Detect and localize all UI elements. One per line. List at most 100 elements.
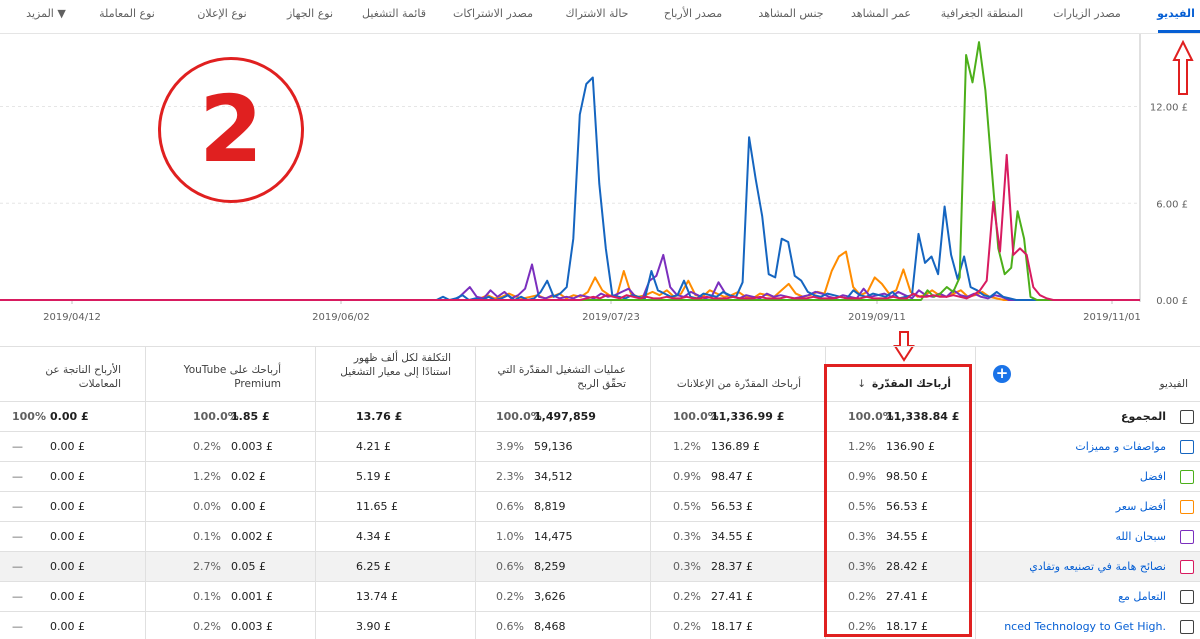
tab-6[interactable]: حالة الاشتراك	[566, 7, 629, 20]
tab-10[interactable]: نوع الإعلان	[197, 7, 246, 20]
tab-5[interactable]: مصدر الأرباح	[664, 7, 722, 20]
add-metric-button[interactable]: +	[993, 365, 1011, 383]
cell-ad: 1.2% 136.89 £	[650, 432, 825, 462]
x-tick-label-0: 2019/04/12	[43, 312, 101, 323]
video-title-link[interactable]: مواصفات و مميزات	[1075, 432, 1166, 462]
video-title-link[interactable]: سبحان الله	[1115, 522, 1166, 552]
cell-prem: 2.7% 0.05 £	[145, 552, 315, 582]
cell-value: 11,336.99 £	[711, 410, 785, 423]
cell-value: 0.00 £	[50, 440, 85, 453]
cell-cpm: 13.74 £	[315, 582, 475, 612]
column-header-cpm[interactable]: التكلفة لكل ألف ظهور استنادًا إلى معيار …	[315, 347, 475, 403]
table-row[interactable]: — 0.00 £ 0.1% 0.002 £ 4.34 £ 1.0% 14,475 0.3% 34…	[0, 522, 1200, 552]
column-header-play[interactable]: عمليات التشغيل المقدّرة التي تحقّق الربح	[475, 347, 650, 403]
y-tick-label-2: 12.00 £	[1150, 103, 1188, 114]
row-checkbox[interactable]	[1180, 500, 1194, 514]
tab-0[interactable]: الفيديو	[1157, 7, 1195, 20]
cell-percent: 0.6%	[496, 620, 524, 633]
cell-percent: 0.3%	[673, 530, 701, 543]
row-checkbox[interactable]	[1180, 410, 1194, 424]
column-header-label: الفيديو	[1159, 378, 1188, 390]
cell-percent: 0.2%	[496, 590, 524, 603]
cell-value: 59,136	[534, 440, 573, 453]
cell-prem: 100.0% 1.85 £	[145, 402, 315, 432]
cell-play: 0.6% 8,819	[475, 492, 650, 522]
cell-value: 0.002 £	[231, 530, 273, 543]
cell-percent: 1.2%	[673, 440, 701, 453]
cell-value: 3,626	[534, 590, 566, 603]
cell-video: أفضل سعر	[975, 492, 1200, 522]
video-title-link[interactable]: نصائح هامة في تصنيعه وتفادي	[1029, 552, 1166, 582]
row-checkbox[interactable]	[1180, 470, 1194, 484]
cell-play: 0.2% 3,626	[475, 582, 650, 612]
tab-3[interactable]: عمر المشاهد	[851, 7, 911, 20]
column-header-prem[interactable]: أرباحك على YouTube Premium	[145, 347, 315, 403]
row-checkbox[interactable]	[1180, 560, 1194, 574]
tab-12[interactable]: المزيد ▼	[26, 7, 66, 20]
cell-percent: 2.3%	[496, 470, 524, 483]
cell-video: نصائح هامة في تصنيعه وتفادي	[975, 552, 1200, 582]
cell-value: 0.00 £	[50, 590, 85, 603]
cell-value: 13.76 £	[356, 410, 403, 423]
cell-value: 0.02 £	[231, 470, 266, 483]
row-checkbox[interactable]	[1180, 530, 1194, 544]
tab-8[interactable]: قائمة التشغيل	[362, 7, 426, 20]
column-header-tx[interactable]: الأرباح الناتجة عن المعاملات	[0, 347, 145, 403]
x-tick-label-4: 2019/11/01	[1083, 312, 1141, 323]
column-header-label: الأرباح الناتجة عن المعاملات	[45, 364, 121, 390]
tab-1[interactable]: مصدر الزيارات	[1053, 7, 1121, 20]
cell-value: 0.00 £	[50, 500, 85, 513]
video-title-link: المجموع	[1121, 410, 1166, 423]
cell-value: 28.37 £	[711, 560, 753, 573]
cell-play: 0.6% 8,259	[475, 552, 650, 582]
table-row[interactable]: — 0.00 £ 0.2% 0.003 £ 4.21 £ 3.9% 59,136 1.2% 13…	[0, 432, 1200, 462]
table-row[interactable]: 100% 0.00 £ 100.0% 1.85 £ 13.76 £ 100.0% 1,497…	[0, 402, 1200, 432]
tab-2[interactable]: المنطقة الجغرافية	[941, 7, 1023, 20]
annotation-number: 2	[198, 76, 263, 183]
y-tick-label-1: 6.00 £	[1156, 199, 1188, 210]
table-row[interactable]: — 0.00 £ 1.2% 0.02 £ 5.19 £ 2.3% 34,512 0.9% 98.…	[0, 462, 1200, 492]
video-title-link[interactable]: افضل	[1140, 462, 1166, 492]
cell-play: 100.0% 1,497,859	[475, 402, 650, 432]
cell-ad: 100.0% 11,336.99 £	[650, 402, 825, 432]
cell-percent: 0.0%	[193, 500, 221, 513]
cell-percent: 0.9%	[673, 470, 701, 483]
table-row[interactable]: — 0.00 £ 0.2% 0.003 £ 3.90 £ 0.6% 8,468 0.2% 18.…	[0, 612, 1200, 639]
cell-percent: 2.7%	[193, 560, 221, 573]
cell-value: 3.90 £	[356, 620, 391, 633]
cell-tx: — 0.00 £	[0, 432, 145, 462]
table-row[interactable]: — 0.00 £ 0.1% 0.001 £ 13.74 £ 0.2% 3,626 0.2% 27…	[0, 582, 1200, 612]
table-row[interactable]: — 0.00 £ 0.0% 0.00 £ 11.65 £ 0.6% 8,819 0.5% 56.…	[0, 492, 1200, 522]
row-checkbox[interactable]	[1180, 440, 1194, 454]
cell-cpm: 4.21 £	[315, 432, 475, 462]
cell-value: 14,475	[534, 530, 573, 543]
cell-prem: 0.0% 0.00 £	[145, 492, 315, 522]
cell-percent: —	[12, 560, 23, 573]
cell-percent: 0.5%	[673, 500, 701, 513]
table-row[interactable]: — 0.00 £ 2.7% 0.05 £ 6.25 £ 0.6% 8,259 0.3% 28.3…	[0, 552, 1200, 582]
row-checkbox[interactable]	[1180, 620, 1194, 634]
column-header-label: أرباحك على YouTube Premium	[183, 364, 281, 390]
column-header-ad[interactable]: أرباحك المقدّرة من الإعلانات	[650, 347, 825, 403]
cell-value: 34,512	[534, 470, 573, 483]
cell-percent: 0.2%	[673, 590, 701, 603]
cell-percent: 3.9%	[496, 440, 524, 453]
cell-value: 0.00 £	[50, 410, 89, 423]
table-header: الفيديو أرباحك المقدّرة↓ أرباحك المقدّرة م…	[0, 346, 1200, 403]
row-checkbox[interactable]	[1180, 590, 1194, 604]
cell-value: 0.00 £	[50, 620, 85, 633]
column-header-label: عمليات التشغيل المقدّرة التي تحقّق الربح	[497, 364, 626, 390]
tab-11[interactable]: نوع المعاملة	[99, 7, 155, 20]
cell-percent: 0.2%	[193, 620, 221, 633]
video-title-link[interactable]: أفضل سعر	[1116, 492, 1166, 522]
cell-value: 0.003 £	[231, 440, 273, 453]
tab-7[interactable]: مصدر الاشتراكات	[453, 7, 533, 20]
video-title-link[interactable]: التعامل مع	[1118, 582, 1166, 612]
active-tab-underline	[1158, 30, 1200, 33]
cell-play: 0.6% 8,468	[475, 612, 650, 639]
video-title-link[interactable]: .nced Technology to Get High	[1004, 612, 1166, 639]
tab-4[interactable]: جنس المشاهد	[758, 7, 823, 20]
tab-9[interactable]: نوع الجهاز	[287, 7, 333, 20]
cell-cpm: 11.65 £	[315, 492, 475, 522]
cell-prem: 1.2% 0.02 £	[145, 462, 315, 492]
